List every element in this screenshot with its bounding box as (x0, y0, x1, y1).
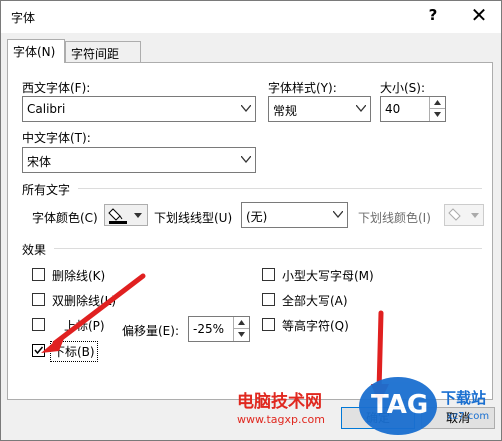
watermark-url: www.tagxp.com (237, 413, 325, 426)
double-strikethrough-label: 双删除线(L) (52, 294, 117, 308)
close-button[interactable]: ✕ (469, 3, 489, 27)
watermark-site: 下载站 (441, 389, 487, 407)
divider (78, 188, 482, 189)
chinese-font-value: 宋体 (27, 155, 52, 169)
font-style-combo[interactable]: 常规 (268, 96, 371, 122)
all-caps-label: 全部大写(A) (282, 294, 348, 308)
chevron-down-icon[interactable] (327, 203, 347, 227)
equalize-height-label: 等高字符(Q) (282, 319, 349, 333)
watermark-logo: TAG (359, 377, 437, 435)
chevron-down-icon[interactable] (235, 148, 255, 172)
paint-bucket-icon (108, 208, 142, 224)
font-color-label: 字体颜色(C) (32, 211, 98, 225)
checkmark-icon (34, 346, 44, 355)
offset-up-button[interactable] (234, 317, 249, 329)
equalize-height-checkbox[interactable] (262, 318, 275, 331)
chevron-down-icon[interactable] (350, 97, 370, 121)
chevron-down-icon[interactable] (235, 97, 255, 121)
size-down-button[interactable] (430, 109, 445, 121)
double-strikethrough-checkbox[interactable] (32, 293, 45, 306)
subscript-label: 下标(B) (50, 341, 98, 362)
title-bar: 字体 ? ✕ (1, 1, 501, 33)
watermark-tag: TAG (371, 390, 429, 420)
underline-color-button[interactable] (444, 204, 484, 226)
paint-bucket-icon (448, 208, 479, 221)
offset-value: -25% (193, 322, 225, 336)
font-style-label: 字体样式(Y): (268, 81, 337, 95)
small-caps-checkbox[interactable] (262, 268, 275, 281)
effects-section: 效果 (22, 243, 47, 257)
western-font-label: 西文字体(F): (22, 81, 91, 95)
watermark-domain: xz7.com (447, 411, 490, 422)
chinese-font-label: 中文字体(T): (22, 131, 91, 145)
size-up-button[interactable] (430, 97, 445, 109)
divider (54, 248, 482, 249)
underline-style-label: 下划线线型(U) (154, 211, 233, 225)
underline-style-value: (无) (246, 210, 268, 224)
font-panel: 西文字体(F): Calibri 字体样式(Y): 常规 大小(S): 40 中… (7, 62, 493, 400)
tab-font[interactable]: 字体(N) (7, 39, 65, 63)
strikethrough-label: 删除线(K) (52, 269, 106, 283)
underline-color-label: 下划线颜色(I) (358, 211, 431, 225)
font-style-value: 常规 (273, 104, 298, 118)
western-font-combo[interactable]: Calibri (22, 96, 256, 122)
help-button[interactable]: ? (425, 6, 441, 24)
offset-down-button[interactable] (234, 329, 249, 341)
size-spinner[interactable]: 40 (380, 96, 446, 122)
chinese-font-combo[interactable]: 宋体 (22, 147, 256, 173)
superscript-label: 上标(P) (64, 319, 105, 333)
size-value: 40 (385, 102, 401, 116)
size-label: 大小(S): (380, 81, 426, 95)
western-font-value: Calibri (27, 102, 66, 116)
all-text-section: 所有文字 (22, 183, 71, 197)
subscript-checkbox[interactable] (32, 344, 45, 357)
tab-spacing[interactable]: 字符间距(R) (65, 41, 141, 76)
all-caps-checkbox[interactable] (262, 293, 275, 306)
offset-spinner[interactable]: -25% (188, 316, 250, 342)
strikethrough-checkbox[interactable] (32, 268, 45, 281)
offset-label: 偏移量(E): (122, 324, 179, 338)
watermark-text: 电脑技术网 (237, 392, 322, 412)
superscript-checkbox[interactable] (32, 318, 45, 331)
small-caps-label: 小型大写字母(M) (282, 269, 374, 283)
underline-style-combo[interactable]: (无) (241, 202, 348, 228)
font-dialog: 字体 ? ✕ 字体(N) 字符间距(R) 西文字体(F): Calibri 字体… (0, 0, 502, 441)
font-color-button[interactable] (104, 204, 148, 226)
dialog-title: 字体 (11, 11, 36, 25)
